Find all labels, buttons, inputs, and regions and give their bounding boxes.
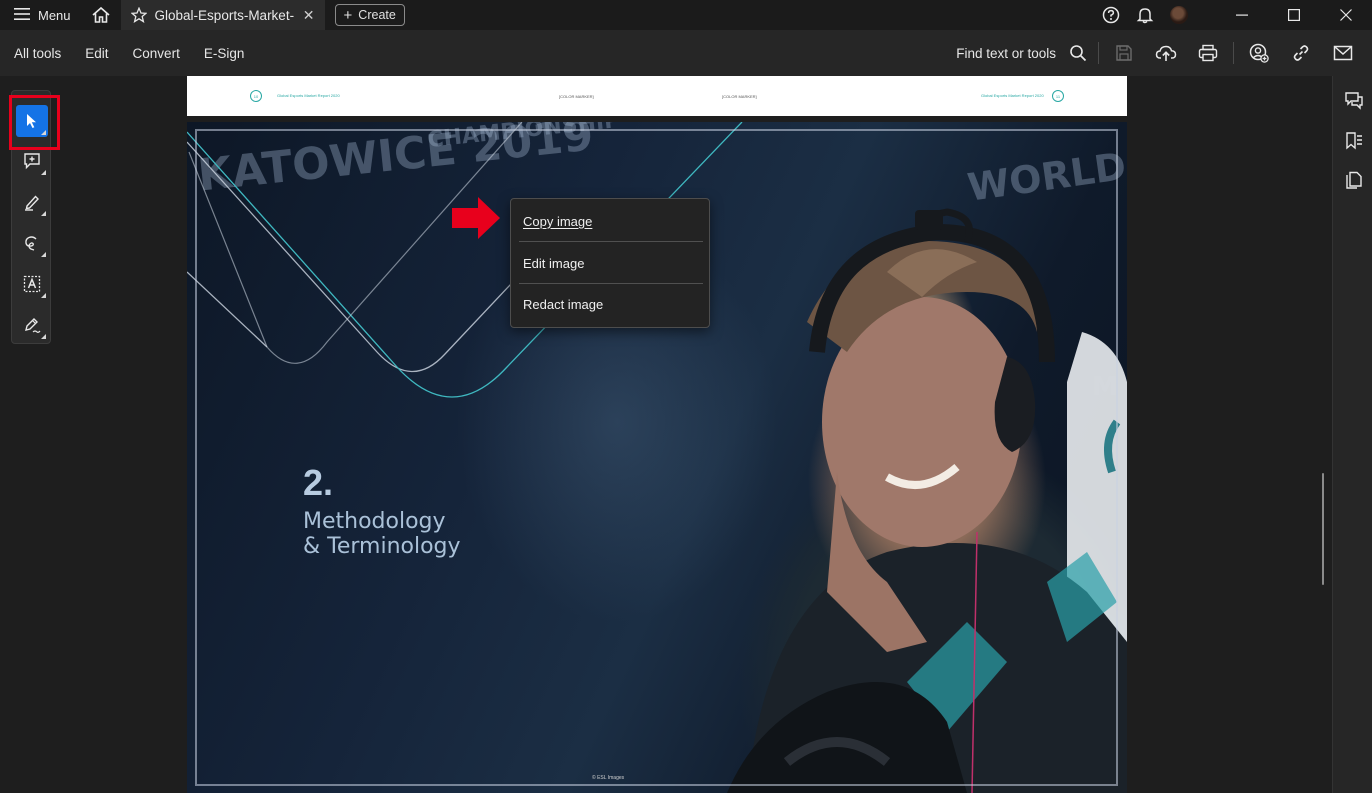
save-button[interactable]	[1103, 30, 1145, 76]
highlighter-icon	[25, 195, 39, 211]
pen-sign-icon	[25, 318, 41, 333]
maximize-icon	[1288, 9, 1300, 21]
main-toolbar: All tools Edit Convert E-Sign Find text …	[0, 30, 1372, 76]
maximize-button[interactable]	[1268, 0, 1320, 30]
menu-label: Menu	[38, 7, 71, 23]
chapter-title-line-1: Methodology	[303, 509, 446, 534]
home-icon	[92, 6, 110, 23]
left-tool-rail	[0, 76, 62, 793]
copy-image-label: Copy image	[523, 213, 593, 229]
sign-tool[interactable]	[16, 309, 48, 341]
edit-button[interactable]: Edit	[85, 46, 108, 61]
cloud-upload-icon	[1155, 45, 1177, 61]
highlight-tool[interactable]	[16, 186, 48, 218]
image-context-menu: Copy image Edit image Redact image	[510, 198, 710, 328]
redact-image-label: Redact image	[523, 296, 604, 312]
mail-icon	[1333, 45, 1353, 61]
comments-panel-button[interactable]	[1343, 90, 1365, 112]
text-box-icon	[23, 275, 41, 293]
redact-image-menu-item[interactable]: Redact image	[511, 284, 709, 324]
page-header-marker: [COLOR MARKER]	[559, 94, 594, 99]
print-icon	[1198, 44, 1218, 62]
toolbar-divider	[1098, 42, 1099, 64]
tool-options-indicator	[41, 170, 46, 175]
profile-button[interactable]	[1162, 0, 1196, 30]
pages-icon	[1346, 171, 1362, 189]
menu-button[interactable]: Menu	[0, 0, 81, 30]
create-label: Create	[358, 8, 396, 22]
toolbar-divider	[1233, 42, 1234, 64]
close-icon	[1340, 9, 1352, 21]
create-button[interactable]: + Create	[334, 4, 405, 26]
home-button[interactable]	[81, 0, 121, 30]
bookmarks-panel-button[interactable]	[1343, 130, 1365, 152]
help-icon	[1102, 6, 1120, 24]
tool-options-indicator	[41, 334, 46, 339]
upload-cloud-button[interactable]	[1145, 30, 1187, 76]
hamburger-icon	[14, 7, 30, 23]
tool-options-indicator	[41, 293, 46, 298]
print-button[interactable]	[1187, 30, 1229, 76]
red-arrow-icon	[452, 197, 500, 239]
document-tab[interactable]: Global-Esports-Market-... ✕	[120, 0, 325, 30]
share-user-button[interactable]	[1238, 30, 1280, 76]
page-number-right: 11	[1052, 90, 1064, 102]
find-text-or-tools[interactable]: Find text or tools	[956, 46, 1056, 61]
minimize-icon	[1236, 14, 1248, 16]
tool-options-indicator	[41, 252, 46, 257]
page-number-left: 10	[250, 90, 262, 102]
page-header-marker: [COLOR MARKER]	[722, 94, 757, 99]
chapter-title-line-2: & Terminology	[303, 534, 461, 559]
all-tools-button[interactable]: All tools	[14, 46, 61, 61]
chapter-title: Methodology & Terminology	[303, 509, 461, 559]
pages-panel-button[interactable]	[1343, 170, 1365, 192]
copy-link-button[interactable]	[1280, 30, 1322, 76]
close-tab-icon[interactable]: ✕	[303, 7, 315, 24]
plus-icon: +	[343, 6, 353, 24]
bookmark-icon	[1346, 132, 1362, 150]
copy-image-menu-item[interactable]: Copy image	[511, 201, 709, 241]
comment-plus-icon	[24, 153, 40, 170]
draw-tool[interactable]	[16, 227, 48, 259]
comments-icon	[1345, 92, 1363, 110]
photo-credit: © ESL Images	[592, 775, 625, 781]
convert-button[interactable]: Convert	[133, 46, 180, 61]
previous-page-strip: 10 Global Esports Market Report 2020 [CO…	[187, 76, 1127, 116]
tool-options-indicator	[41, 211, 46, 216]
email-button[interactable]	[1322, 30, 1364, 76]
save-icon	[1116, 45, 1132, 61]
search-icon	[1070, 45, 1087, 62]
esign-button[interactable]: E-Sign	[204, 46, 245, 61]
avatar	[1170, 6, 1188, 24]
user-plus-icon	[1249, 43, 1269, 63]
edit-image-menu-item[interactable]: Edit image	[511, 243, 709, 283]
bell-icon	[1136, 8, 1154, 24]
page-header-left: Global Esports Market Report 2020	[277, 93, 340, 98]
title-bar: Menu Global-Esports-Market-... ✕ + Creat…	[0, 0, 1372, 30]
close-window-button[interactable]	[1320, 0, 1372, 30]
chapter-number: 2.	[303, 462, 334, 503]
edit-image-label: Edit image	[523, 255, 585, 271]
notifications-button[interactable]	[1128, 0, 1162, 30]
menu-divider	[519, 241, 703, 242]
link-icon	[1293, 45, 1309, 61]
vertical-scrollbar-thumb[interactable]	[1322, 473, 1324, 585]
search-button[interactable]	[1062, 30, 1094, 76]
page-header-right: Global Esports Market Report 2020	[981, 93, 1044, 98]
help-button[interactable]	[1094, 0, 1128, 30]
text-tool[interactable]	[16, 268, 48, 300]
star-icon[interactable]	[130, 7, 147, 23]
select-tool-highlight-box	[9, 95, 60, 150]
freehand-draw-icon	[25, 236, 37, 251]
tab-title: Global-Esports-Market-...	[154, 7, 295, 23]
minimize-button[interactable]	[1216, 0, 1268, 30]
right-panel-rail	[1332, 76, 1372, 793]
